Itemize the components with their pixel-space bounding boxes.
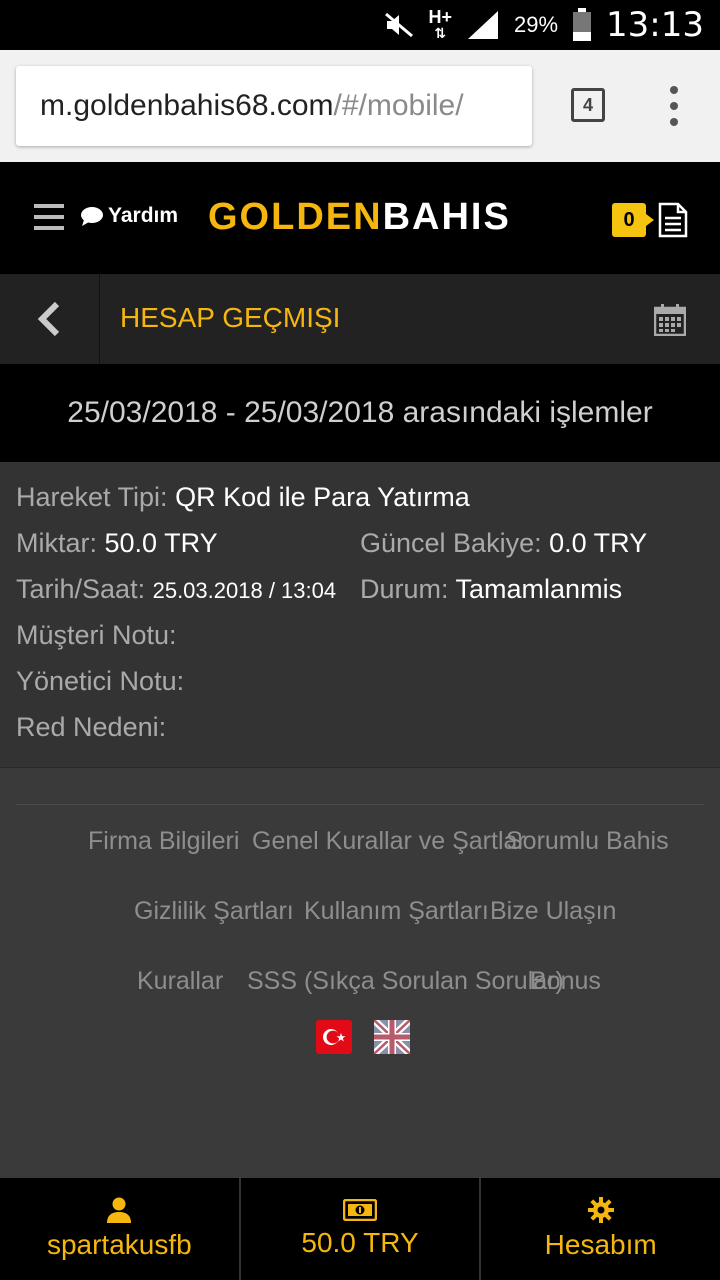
- uk-flag-icon[interactable]: [374, 1020, 410, 1054]
- network-type-label: H+: [428, 7, 452, 27]
- amount-label: Miktar:: [16, 528, 97, 558]
- browser-toolbar: m.goldenbahis68.com/#/mobile/ 4: [0, 50, 720, 162]
- clock: 13:13: [606, 5, 704, 45]
- url-path: /#/mobile/: [333, 89, 464, 122]
- footer-link-responsible-betting[interactable]: Sorumlu Bahis: [506, 827, 669, 856]
- battery-icon: [572, 8, 592, 42]
- footer-link-contact[interactable]: Bize Ulaşın: [490, 897, 616, 926]
- help-button[interactable]: Yardım: [80, 204, 178, 228]
- balance-label: Güncel Bakiye:: [360, 528, 542, 558]
- bottom-navigation: spartakusfb 50.0 TRY Hesabım: [0, 1178, 720, 1280]
- account-button[interactable]: Hesabım: [481, 1178, 720, 1280]
- footer-link-terms-of-use[interactable]: Kullanım Şartları: [304, 897, 489, 926]
- balance-row: Güncel Bakiye: 0.0 TRY: [360, 528, 647, 559]
- transaction-type-value: QR Kod ile Para Yatırma: [175, 482, 470, 512]
- user-icon: [107, 1197, 132, 1223]
- datetime-row: Tarih/Saat: 25.03.2018 / 13:04: [16, 574, 336, 605]
- date-range-header: 25/03/2018 - 25/03/2018 arasındaki işlem…: [0, 364, 720, 462]
- money-icon: [343, 1199, 377, 1221]
- status-label: Durum:: [360, 574, 449, 604]
- calendar-icon: [653, 304, 687, 337]
- reject-reason-row: Red Nedeni:: [16, 712, 166, 743]
- logo-gold-text: GOLDEN: [208, 196, 383, 238]
- chevron-left-icon: [37, 301, 59, 337]
- amount-row: Miktar: 50.0 TRY: [16, 528, 218, 559]
- browser-menu-icon[interactable]: [664, 86, 684, 126]
- betslip-button[interactable]: 0: [612, 202, 688, 238]
- url-host: m.goldenbahis68.com: [40, 89, 334, 122]
- betslip-document-icon: [658, 202, 688, 238]
- battery-percent: 29%: [513, 12, 559, 37]
- mute-icon: [384, 12, 414, 38]
- balance-button[interactable]: 50.0 TRY: [241, 1178, 482, 1280]
- customer-note-row: Müşteri Notu:: [16, 620, 177, 651]
- back-button[interactable]: [0, 274, 100, 364]
- status-value: Tamamlanmis: [455, 574, 623, 604]
- logo-white-text: BAHIS: [382, 196, 511, 238]
- turkish-flag-icon[interactable]: [316, 1020, 352, 1054]
- transaction-type-label: Hareket Tipi:: [16, 482, 168, 512]
- signal-icon: [466, 9, 500, 41]
- admin-note-label: Yönetici Notu:: [16, 666, 185, 696]
- status-row: Durum: Tamamlanmis: [360, 574, 622, 605]
- address-bar[interactable]: m.goldenbahis68.com/#/mobile/: [16, 66, 532, 146]
- status-bar: H+ ⇅ 29% 13:13: [0, 0, 720, 50]
- account-label: Hesabım: [544, 1229, 657, 1260]
- chat-bubble-icon: [81, 207, 103, 226]
- betslip-count-badge: 0: [612, 203, 654, 237]
- page-title-bar: HESAP GEÇMIŞI: [0, 274, 720, 364]
- site-logo[interactable]: GOLDENBAHIS: [208, 196, 511, 239]
- page-title: HESAP GEÇMIŞI: [120, 302, 341, 333]
- balance-value: 0.0 TRY: [549, 528, 648, 558]
- footer-link-general-rules[interactable]: Genel Kurallar ve Şartlar: [252, 827, 526, 856]
- footer-link-privacy[interactable]: Gizlilik Şartları: [134, 897, 294, 926]
- footer-link-company-info[interactable]: Firma Bilgileri: [88, 827, 239, 856]
- datetime-label: Tarih/Saat:: [16, 574, 146, 604]
- hamburger-menu-icon[interactable]: [34, 204, 64, 230]
- gear-icon: [587, 1197, 614, 1223]
- profile-button[interactable]: spartakusfb: [0, 1178, 241, 1280]
- transaction-type-row: Hareket Tipi: QR Kod ile Para Yatırma: [16, 482, 470, 513]
- balance-label-bottom: 50.0 TRY: [301, 1227, 419, 1258]
- network-type-icon: H+ ⇅: [428, 7, 452, 41]
- footer-link-bonus[interactable]: Bonus: [530, 967, 601, 996]
- username-label: spartakusfb: [46, 1229, 192, 1260]
- calendar-button[interactable]: [653, 304, 687, 341]
- amount-value: 50.0 TRY: [104, 528, 218, 558]
- footer-link-rules[interactable]: Kurallar: [137, 967, 223, 996]
- tab-switcher-button[interactable]: 4: [571, 88, 605, 122]
- footer-link-faq[interactable]: SSS (Sıkça Sorulan Sorular): [247, 967, 564, 996]
- transaction-card: Hareket Tipi: QR Kod ile Para Yatırma Mi…: [0, 462, 720, 768]
- datetime-value: 25.03.2018 / 13:04: [152, 578, 337, 603]
- footer-divider: [16, 804, 704, 805]
- reject-reason-label: Red Nedeni:: [16, 712, 167, 742]
- customer-note-label: Müşteri Notu:: [16, 620, 177, 650]
- data-arrows-icon: ⇅: [434, 25, 447, 41]
- help-label: Yardım: [108, 204, 179, 227]
- admin-note-row: Yönetici Notu:: [16, 666, 184, 697]
